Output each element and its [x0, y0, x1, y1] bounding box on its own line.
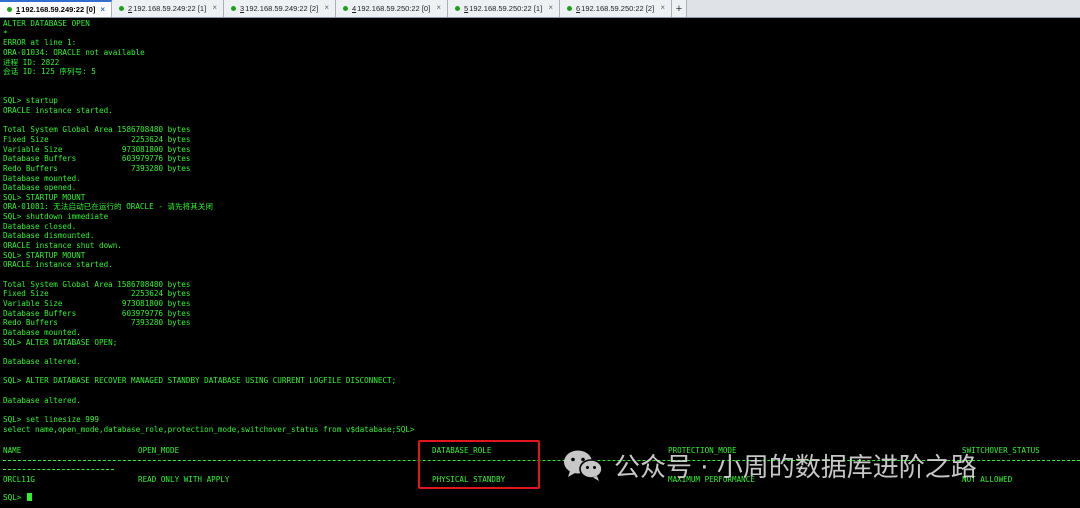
terminal-line: 进程 ID: 2822	[3, 57, 60, 67]
terminal-line: Total System Global Area 1586708480 byte…	[3, 125, 191, 135]
connected-status-icon	[7, 7, 12, 12]
column-header-name: NAME	[3, 446, 22, 455]
sql-prompt[interactable]: SQL>	[3, 493, 32, 502]
terminal-line: SQL> ALTER DATABASE RECOVER MANAGED STAN…	[3, 376, 397, 386]
terminal-line: ORA-01081: 无法启动已在运行的 ORACLE - 请先将其关闭	[3, 202, 213, 212]
tab-label: 192.168.59.250:22 [1]	[469, 4, 543, 13]
connected-status-icon	[455, 6, 460, 11]
terminal-line: Redo Buffers 7393280 bytes	[3, 163, 191, 173]
cell-open-mode: READ ONLY WITH APPLY	[138, 475, 230, 484]
terminal-line: Database Buffers 603979776 bytes	[3, 154, 191, 164]
terminal-line: Database closed.	[3, 221, 77, 231]
database-role-highlight-box	[418, 440, 540, 489]
terminal-line: Database dismounted.	[3, 231, 95, 241]
session-tab-5[interactable]: 5 192.168.59.250:22 [1] ×	[448, 0, 560, 17]
terminal-line: Variable Size 973081800 bytes	[3, 144, 191, 154]
connected-status-icon	[343, 6, 348, 11]
terminal-line: Database mounted.	[3, 173, 81, 183]
terminal-line: SQL> set linesize 999	[3, 414, 100, 424]
close-icon[interactable]: ×	[212, 3, 217, 12]
tab-number: 6	[576, 4, 581, 13]
close-icon[interactable]: ×	[100, 5, 105, 14]
cell-name: ORCL11G	[3, 475, 36, 484]
terminal-line: Database altered.	[3, 395, 81, 405]
terminal-line: Database opened.	[3, 183, 77, 193]
terminal-line: Fixed Size 2253624 bytes	[3, 289, 191, 299]
tab-number: 5	[464, 4, 469, 13]
terminal-line: Fixed Size 2253624 bytes	[3, 134, 191, 144]
tab-number: 2	[128, 4, 133, 13]
terminal-output[interactable]: ALTER DATABASE OPEN * ERROR at line 1: ORA-…	[3, 19, 1078, 434]
terminal-line: SQL> STARTUP MOUNT	[3, 250, 86, 260]
column-header-open-mode: OPEN_MODE	[138, 446, 180, 455]
connected-status-icon	[567, 6, 572, 11]
prompt-text: SQL>	[3, 493, 26, 502]
terminal-line: ORA-01034: ORACLE not available	[3, 47, 145, 57]
session-tab-6[interactable]: 6 192.168.59.250:22 [2] ×	[560, 0, 672, 17]
text-cursor	[26, 493, 32, 501]
terminal-line: ORACLE instance started.	[3, 260, 113, 270]
watermark: 公众号 · 小周的数据库进阶之路	[562, 446, 977, 484]
session-tab-4[interactable]: 4 192.168.59.250:22 [0] ×	[336, 0, 448, 17]
tab-number: 4	[352, 4, 357, 13]
terminal-line: SQL> shutdown immediate	[3, 212, 109, 222]
close-icon[interactable]: ×	[548, 3, 553, 12]
wechat-icon	[564, 450, 603, 481]
tab-label: 192.168.59.250:22 [0]	[357, 4, 431, 13]
session-tab-3[interactable]: 3 192.168.59.249:22 [2] ×	[224, 0, 336, 17]
tab-label: 192.168.59.249:22 [0]	[21, 5, 96, 14]
close-icon[interactable]: ×	[436, 3, 441, 12]
terminal-line: ORACLE instance shut down.	[3, 241, 122, 251]
terminal-line: Database Buffers 603979776 bytes	[3, 308, 191, 318]
terminal-line: Variable Size 973081800 bytes	[3, 299, 191, 309]
session-tab-1[interactable]: 1 192.168.59.249:22 [0] ×	[0, 0, 112, 17]
terminal-line: SQL> startup	[3, 96, 58, 106]
column-separator-wrap	[3, 469, 114, 470]
terminal-line: ORACLE instance started.	[3, 105, 113, 115]
terminal-line: Redo Buffers 7393280 bytes	[3, 318, 191, 328]
session-tab-bar: 1 192.168.59.249:22 [0] × 2 192.168.59.2…	[0, 0, 1080, 18]
connected-status-icon	[231, 6, 236, 11]
add-tab-button[interactable]: +	[672, 0, 687, 17]
tab-label: 192.168.59.249:22 [1]	[133, 4, 207, 13]
terminal-line: select name,open_mode,database_role,prot…	[3, 424, 415, 434]
watermark-text: 公众号 · 小周的数据库进阶之路	[614, 452, 977, 483]
tab-label: 192.168.59.249:22 [2]	[245, 4, 319, 13]
session-tab-2[interactable]: 2 192.168.59.249:22 [1] ×	[112, 0, 224, 17]
terminal-line: Database altered.	[3, 356, 81, 366]
close-icon[interactable]: ×	[660, 3, 665, 12]
tab-number: 1	[16, 5, 21, 14]
close-icon[interactable]: ×	[324, 3, 329, 12]
terminal-line: ALTER DATABASE OPEN	[3, 19, 90, 28]
connected-status-icon	[119, 6, 124, 11]
terminal-line: Total System Global Area 1586708480 byte…	[3, 279, 191, 289]
terminal-line: SQL> ALTER DATABASE OPEN;	[3, 337, 118, 347]
tab-number: 3	[240, 4, 245, 13]
terminal-line: *	[3, 28, 8, 38]
terminal-line: ERROR at line 1:	[3, 38, 77, 48]
terminal-line: 会话 ID: 125 序列号: 5	[3, 67, 96, 77]
tab-label: 192.168.59.250:22 [2]	[581, 4, 655, 13]
terminal-line: Database mounted.	[3, 328, 81, 337]
